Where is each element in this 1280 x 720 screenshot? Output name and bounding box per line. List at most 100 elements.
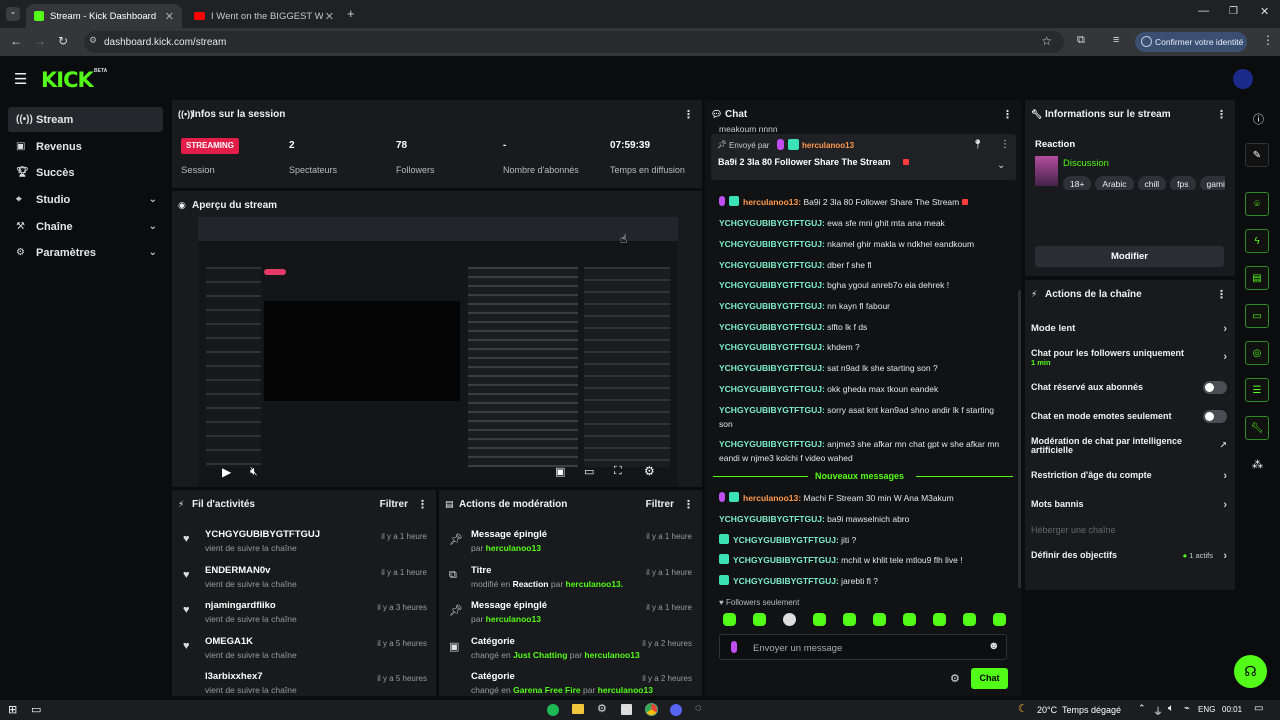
chat-username[interactable]: YCHGYGUBIBYGTFTGUJ: [719,218,825,228]
emote-only-toggle[interactable] [1203,410,1227,423]
broadcast-rail-button[interactable]: ◎ [1245,341,1269,365]
moderation-user[interactable]: herculanoo13. [566,579,624,589]
more-options-icon[interactable]: ⋮ [1000,139,1010,150]
more-options-icon[interactable]: ⋮ [683,108,694,121]
ai-moderation[interactable]: Modération de chat par intelligence arti… [1031,437,1227,455]
moderation-target[interactable]: herculanoo13 [486,543,541,553]
moderation-target[interactable]: Just Chatting [513,650,567,660]
subscribers-only-chat[interactable]: Chat réservé aux abonnés [1031,381,1227,394]
reading-list-icon[interactable]: ≡ [1113,34,1119,46]
set-goals[interactable]: Définir des objectifs ● 1 actifs › [1031,550,1227,562]
network-tray-icon[interactable]: ⌁ [1184,703,1190,714]
edit-stream-button[interactable]: Modifier [1035,246,1224,267]
emote-icon[interactable] [933,613,946,626]
chat-username[interactable]: YCHGYGUBIBYGTFTGUJ: [719,280,825,290]
chat-username[interactable]: YCHGYGUBIBYGTFTGUJ: [733,535,839,545]
slow-mode[interactable]: Mode lent › [1031,323,1227,335]
chat-username[interactable]: YCHGYGUBIBYGTFTGUJ: [719,322,825,332]
chat-input[interactable]: Envoyer un message ☻ [719,634,1007,660]
extensions-icon[interactable]: ⧉ [1077,34,1085,47]
support-button[interactable]: ☊ [1234,655,1267,688]
minimize-icon[interactable]: — [1198,5,1209,17]
emote-icon[interactable] [993,613,1006,626]
emote-icon[interactable] [753,613,766,626]
bolt-rail-button[interactable]: ϟ [1245,229,1269,253]
chat-username[interactable]: YCHGYGUBIBYGTFTGUJ: [719,239,825,249]
user-avatar[interactable] [1233,69,1253,89]
chat-username[interactable]: YCHGYGUBIBYGTFTGUJ: [719,301,825,311]
reload-icon[interactable]: ↻ [58,34,68,48]
play-icon[interactable]: ▶ [222,465,231,479]
emote-icon[interactable] [843,613,856,626]
emote-icon[interactable] [963,613,976,626]
pinned-message[interactable]: 📌︎ Envoyé par herculanoo13 📍︎ ⋮ Ba9i 2 3… [711,134,1016,180]
close-tab-icon[interactable]: ✕ [325,10,334,23]
emote-icon[interactable] [813,613,826,626]
confirm-identity-button[interactable]: Confirmer votre identité [1135,32,1247,52]
more-options-icon[interactable]: ⋮ [1002,108,1013,121]
settings-icon[interactable]: ⚙ [644,464,655,478]
chat-username[interactable]: YCHGYGUBIBYGTFTGUJ: [719,439,825,449]
emote-icon[interactable] [873,613,886,626]
chat-settings-icon[interactable]: ⚙ [950,672,960,685]
more-options-icon[interactable]: ⋮ [1216,288,1227,301]
chat-rail-button[interactable]: ▭ [1245,304,1269,328]
layout-rail-button[interactable]: ☰ [1245,378,1269,402]
sidebar-item-stream[interactable]: ((•)) Stream [8,107,163,132]
notifications-icon[interactable]: ▭ [1254,703,1263,714]
chat-username[interactable]: YCHGYGUBIBYGTFTGUJ: [719,260,825,270]
camera-rail-button[interactable]: ⌾ [1245,192,1269,216]
hamburger-menu-icon[interactable]: ☰ [14,70,27,88]
sidebar-item-revenus[interactable]: ▣ Revenus [8,134,163,159]
new-messages-divider[interactable]: Nouveaux messages [713,469,1013,483]
chat-username[interactable]: YCHGYGUBIBYGTFTGUJ: [719,384,825,394]
new-tab-button[interactable]: + [347,6,355,21]
chat-username[interactable]: YCHGYGUBIBYGTFTGUJ: [719,342,825,352]
system-tray-up-icon[interactable]: ⌃ [1138,703,1146,714]
chevron-down-icon[interactable]: ⌄ [997,160,1005,171]
volume-tray-icon[interactable]: 🔈︎ [1168,703,1174,714]
sidebar-item-parametres[interactable]: ⚙ Paramètres ⌄ [8,240,163,265]
theater-mode-icon[interactable]: ▭ [584,465,594,478]
tab-kick-dashboard[interactable]: Stream - Kick Dashboard ✕ [26,4,182,28]
address-bar[interactable]: ⚙ dashboard.kick.com/stream ☆ [84,31,1064,53]
moderation-target[interactable]: Garena Free Fire [513,685,581,695]
age-restriction[interactable]: Restriction d'âge du compte › [1031,470,1227,482]
spotify-icon[interactable] [547,704,559,716]
app-icon[interactable]: ◌ [695,702,702,714]
kick-logo[interactable]: KICK [41,68,94,92]
scrollbar[interactable] [1018,290,1021,588]
chat-send-button[interactable]: Chat [971,668,1008,689]
filter-button[interactable]: Filtrer [380,499,408,510]
filter-button[interactable]: Filtrer [646,499,674,510]
wrench-rail-button[interactable]: 🔧︎ [1245,416,1269,440]
back-icon[interactable]: ← [10,34,22,48]
emote-icon[interactable] [723,613,736,626]
tab-list-button[interactable]: ⌄ [6,7,20,21]
site-info-icon[interactable]: ⚙ [89,35,97,46]
forward-icon[interactable]: → [34,34,46,48]
chat-username[interactable]: YCHGYGUBIBYGTFTGUJ: [719,405,825,415]
stream-category[interactable]: Discussion [1063,158,1109,169]
settings-app-icon[interactable]: ⚙ [597,702,607,715]
fullscreen-icon[interactable]: ⛶ [614,465,622,478]
emote-only-chat[interactable]: Chat en mode emotes seulement [1031,410,1227,423]
emote-icon[interactable] [783,613,796,626]
moderation-user[interactable]: herculanoo13 [598,685,653,695]
task-view-icon[interactable]: ▭ [31,703,41,716]
file-explorer-icon[interactable] [572,704,584,714]
edit-rail-button[interactable]: ✎ [1245,143,1269,167]
sidebar-item-chaine[interactable]: ⚒ Chaîne ⌄ [8,214,163,239]
bookmark-star-icon[interactable]: ☆ [1041,34,1052,48]
discord-icon[interactable] [670,704,682,716]
followers-only-chat[interactable]: Chat pour les followers uniquement 1 min › [1031,348,1227,367]
moderation-user[interactable]: herculanoo13 [584,650,639,660]
sidebar-item-succes[interactable]: 🏆︎ Succès [8,160,163,185]
chat-username[interactable]: YCHGYGUBIBYGTFTGUJ: [719,514,825,524]
more-options-icon[interactable]: ⋮ [1216,108,1227,121]
close-tab-icon[interactable]: ✕ [165,10,174,23]
emote-icon[interactable] [903,613,916,626]
picture-in-picture-icon[interactable]: ▣ [555,465,565,478]
chat-username[interactable]: YCHGYGUBIBYGTFTGUJ: [733,576,839,586]
unpin-icon[interactable]: 📍︎ [972,139,983,150]
